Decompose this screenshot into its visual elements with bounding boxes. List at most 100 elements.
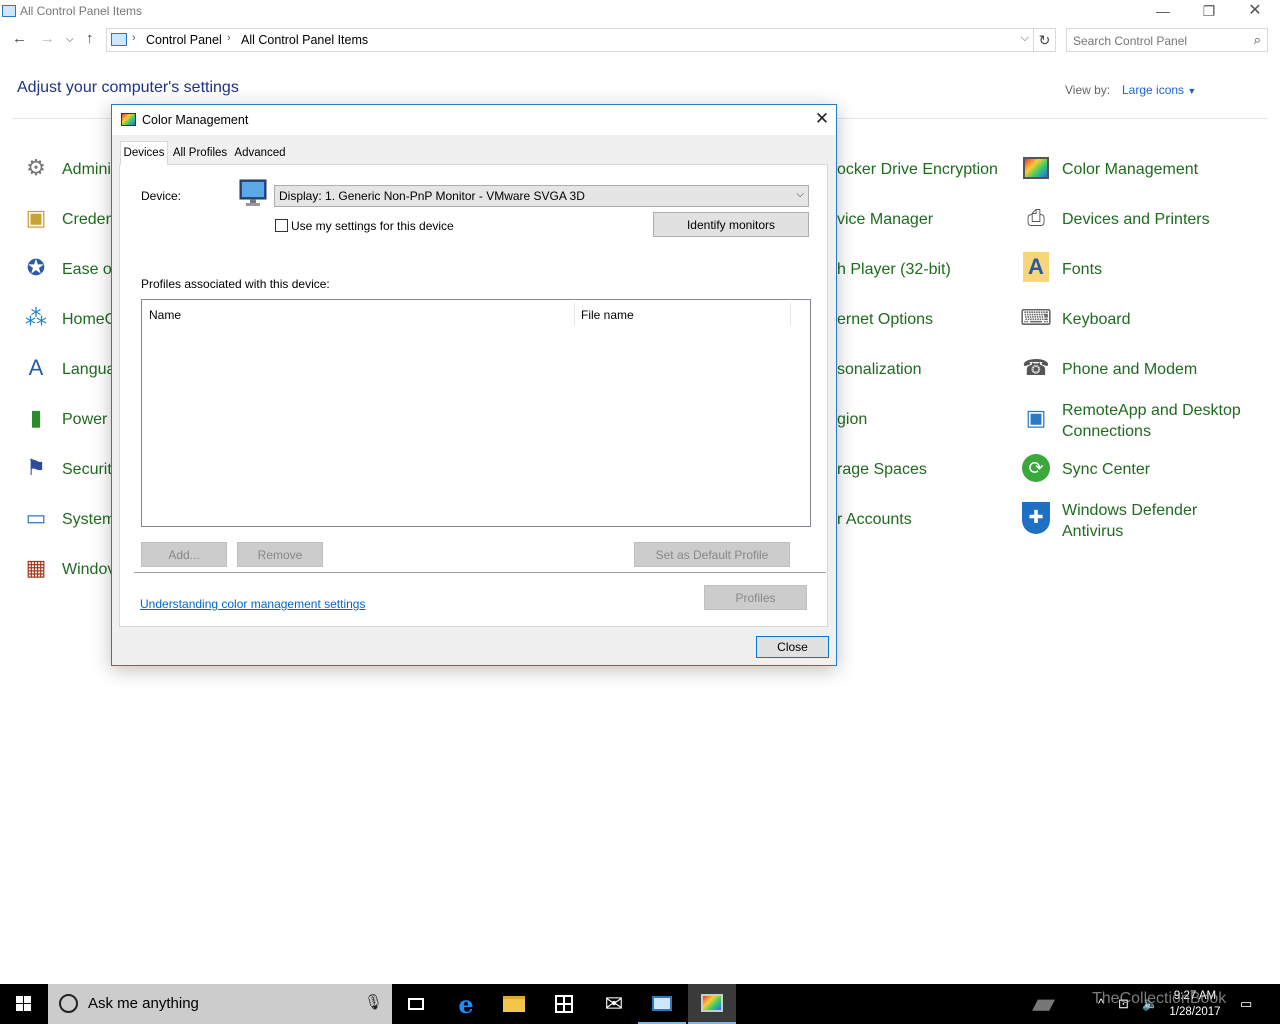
back-arrow-icon[interactable]: ←	[12, 30, 27, 47]
cp-item-windows-firewall[interactable]: ▦ Windov	[20, 552, 116, 592]
cp-item-label: Phone and Modem	[1062, 361, 1198, 378]
view-by-dropdown[interactable]: Large icons ▼	[1122, 83, 1196, 97]
cp-item-label: Color Management	[1062, 161, 1199, 178]
minimize-button[interactable]: —	[1140, 0, 1186, 24]
control-panel-icon	[111, 33, 127, 46]
search-box[interactable]: ⌕	[1066, 28, 1268, 52]
windows-firewall-icon: ▦	[25, 555, 47, 580]
identify-monitors-button[interactable]: Identify monitors	[653, 212, 809, 237]
color-management-icon	[121, 113, 136, 126]
cp-item-label: RemoteApp and Desktop Connections	[1062, 402, 1241, 440]
cp-item-label: Power (	[62, 411, 118, 428]
control-panel-icon	[652, 995, 672, 1011]
remoteapp-icon: ▣	[1025, 405, 1047, 430]
control-panel-taskbar-button[interactable]	[638, 984, 686, 1024]
cp-item-devices-printers[interactable]: ⎙ Devices and Printers	[1020, 202, 1260, 242]
ease-of-access-icon: ✪	[26, 255, 46, 280]
column-divider[interactable]	[574, 303, 575, 325]
profiles-button[interactable]: Profiles	[704, 585, 807, 610]
column-divider[interactable]	[790, 303, 791, 325]
device-dropdown[interactable]: Display: 1. Generic Non-PnP Monitor - VM…	[274, 185, 809, 207]
navigation-bar: ← → ⌵ ↑ › Control Panel › All Control Pa…	[0, 26, 1280, 54]
cp-item-remoteapp[interactable]: ▣ RemoteApp and Desktop Connections	[1020, 402, 1260, 442]
window-title: All Control Panel Items	[20, 4, 143, 18]
breadcrumb-all-items[interactable]: All Control Panel Items	[241, 33, 368, 47]
watermark: ▰ TheCollectionBook	[1030, 980, 1280, 1024]
forward-arrow-icon[interactable]: →	[40, 30, 55, 47]
up-arrow-icon[interactable]: ↑	[86, 30, 94, 47]
use-my-settings-label[interactable]: Use my settings for this device	[291, 219, 454, 233]
remove-profile-button[interactable]: Remove	[237, 542, 323, 567]
column-header-name[interactable]: Name	[149, 308, 181, 322]
dialog-separator	[134, 572, 826, 573]
maximize-button[interactable]: ❐	[1186, 0, 1232, 24]
cp-item-label: ernet Options	[837, 311, 934, 328]
cp-item-label: Ease of	[62, 261, 117, 278]
file-explorer-taskbar-button[interactable]	[490, 984, 538, 1024]
cp-item-label: Securit	[62, 461, 112, 478]
cp-item-windows-defender[interactable]: ✚ Windows Defender Antivirus	[1020, 502, 1260, 542]
cp-item-sync-center[interactable]: ⟳ Sync Center	[1020, 452, 1260, 492]
close-window-button[interactable]: ✕	[1232, 0, 1278, 24]
device-value: Display: 1. Generic Non-PnP Monitor - VM…	[279, 189, 585, 203]
cp-item-ease-of-access[interactable]: ✪ Ease of	[20, 252, 117, 292]
color-management-taskbar-button[interactable]	[688, 984, 736, 1024]
cortana-icon	[59, 994, 78, 1013]
tab-advanced[interactable]: Advanced	[232, 143, 288, 165]
cp-item-phone-modem[interactable]: ☎ Phone and Modem	[1020, 352, 1260, 392]
use-my-settings-checkbox[interactable]	[275, 219, 288, 232]
cp-item-administrative-tools[interactable]: ⚙ Admini	[20, 152, 115, 192]
cp-item-homegroup[interactable]: ⁂ HomeG	[20, 302, 117, 342]
cortana-search-box[interactable]: Ask me anything 🎙	[48, 984, 392, 1024]
cortana-search-text: Ask me anything	[88, 995, 199, 1012]
keyboard-icon: ⌨	[1020, 305, 1052, 330]
color-management-icon	[701, 994, 723, 1012]
refresh-button[interactable]: ↻	[1034, 28, 1056, 52]
devices-printers-icon: ⎙	[1027, 205, 1045, 230]
cp-item-keyboard[interactable]: ⌨ Keyboard	[1020, 302, 1260, 342]
window-titlebar: All Control Panel Items — ❐ ✕	[0, 0, 1280, 24]
help-link[interactable]: Understanding color management settings	[140, 597, 365, 611]
device-label: Device:	[141, 189, 182, 203]
breadcrumb-chevron-icon[interactable]: ›	[132, 32, 136, 44]
edge-taskbar-button[interactable]: e	[442, 984, 490, 1024]
page-heading: Adjust your computer's settings	[17, 79, 239, 96]
cp-item-label: Langua	[62, 361, 116, 378]
add-profile-button[interactable]: Add...	[141, 542, 227, 567]
close-dialog-button[interactable]: Close	[756, 636, 829, 658]
chevron-down-icon: ⌵	[796, 189, 804, 200]
credential-manager-icon: ▣	[25, 205, 47, 230]
address-bar[interactable]: › Control Panel › All Control Panel Item…	[106, 28, 1034, 52]
breadcrumb-chevron-icon[interactable]: ›	[227, 32, 231, 44]
refresh-icon: ↻	[1038, 32, 1051, 48]
cp-item-credential-manager[interactable]: ▣ Creden	[20, 202, 115, 242]
store-taskbar-button[interactable]	[540, 984, 588, 1024]
column-header-file-name[interactable]: File name	[581, 308, 634, 322]
dialog-close-icon[interactable]: ✕	[810, 108, 834, 132]
cp-item-fonts[interactable]: A Fonts	[1020, 252, 1260, 292]
profiles-list[interactable]: Name File name	[141, 299, 811, 527]
recent-locations-chevron-icon[interactable]: ⌵	[66, 34, 74, 45]
tab-all-profiles[interactable]: All Profiles	[170, 143, 230, 165]
microphone-icon[interactable]: 🎙	[364, 993, 383, 1011]
cp-item-label: Windows Defender Antivirus	[1062, 502, 1198, 540]
start-button[interactable]	[0, 984, 48, 1024]
breadcrumb-control-panel[interactable]: Control Panel	[146, 33, 222, 47]
search-input[interactable]	[1073, 32, 1243, 49]
cp-item-label: Fonts	[1062, 261, 1103, 278]
mail-taskbar-button[interactable]: ✉	[590, 984, 638, 1024]
cp-item-power-options[interactable]: ▮ Power (	[20, 402, 118, 442]
dialog-titlebar: Color Management ✕	[112, 105, 836, 135]
tab-devices[interactable]: Devices	[120, 141, 168, 165]
set-default-profile-button[interactable]: Set as Default Profile	[634, 542, 790, 567]
cp-item-system[interactable]: ▭ System	[20, 502, 116, 542]
task-view-button[interactable]	[392, 984, 440, 1024]
address-dropdown-icon[interactable]: ⌵	[1021, 32, 1029, 45]
cp-item-language[interactable]: A Langua	[20, 352, 116, 392]
search-icon[interactable]: ⌕	[1254, 32, 1261, 48]
mail-icon: ✉	[604, 991, 624, 1016]
cp-item-security-maintenance[interactable]: ⚑ Securit	[20, 452, 115, 492]
monitor-icon	[239, 179, 267, 206]
security-maintenance-icon: ⚑	[26, 455, 46, 480]
cp-item-color-management[interactable]: Color Management	[1020, 152, 1260, 192]
